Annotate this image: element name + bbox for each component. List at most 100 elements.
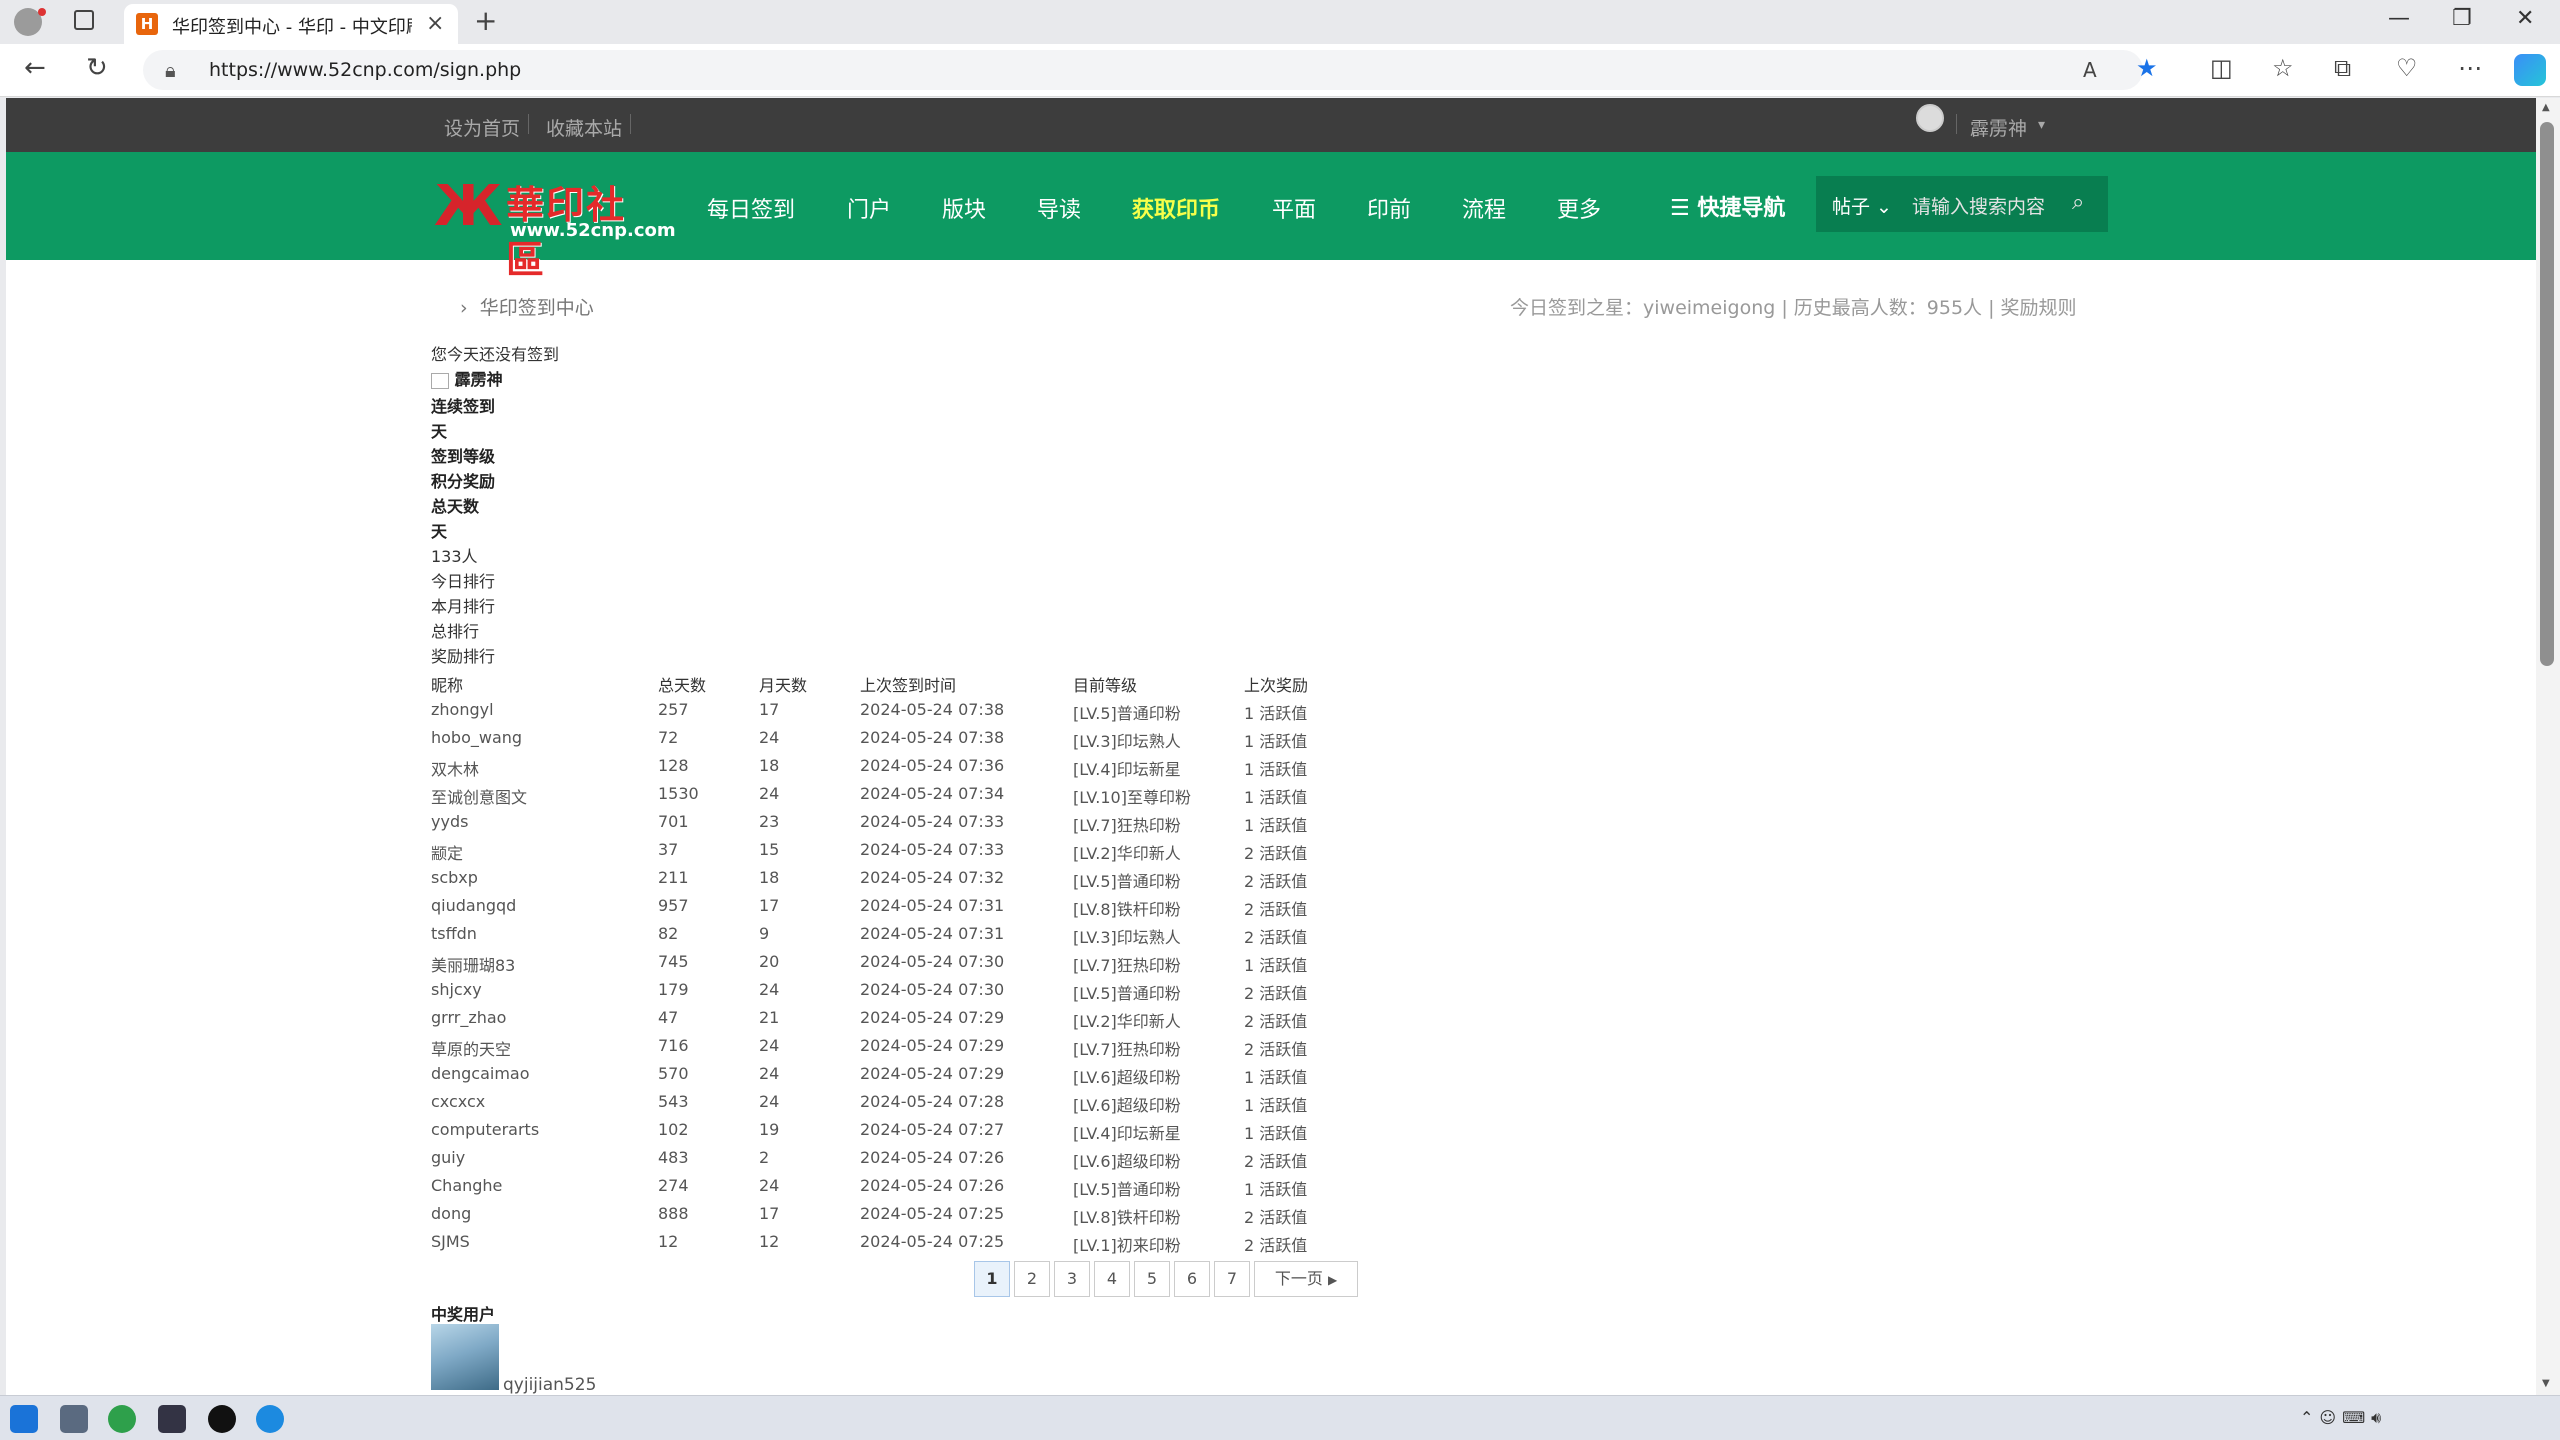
cell-nickname[interactable]: guiy xyxy=(431,1148,465,1167)
browser-essentials-icon[interactable]: ♡ xyxy=(2396,54,2418,82)
close-tab-icon[interactable]: × xyxy=(426,11,444,36)
cell-last-sign: 2024-05-24 07:30 xyxy=(860,952,1005,971)
winner-name[interactable]: qyjijian525 xyxy=(503,1375,596,1395)
cell-nickname[interactable]: Changhe xyxy=(431,1176,502,1195)
nav-get-coins[interactable]: 获取印币 xyxy=(1132,192,1220,224)
cell-month-days: 21 xyxy=(759,1008,780,1027)
nav-daily-sign[interactable]: 每日签到 xyxy=(707,192,795,224)
page-6[interactable]: 6 xyxy=(1174,1261,1210,1297)
tab-actions-icon[interactable] xyxy=(74,10,94,30)
cell-nickname[interactable]: zhongyl xyxy=(431,700,494,719)
search-type-select[interactable]: 帖子 ⌄ xyxy=(1832,192,1892,219)
search-input[interactable]: 请输入搜索内容 xyxy=(1912,192,2045,219)
scrollbar-thumb[interactable] xyxy=(2540,122,2554,666)
copilot-icon[interactable] xyxy=(2514,54,2546,86)
scroll-up-icon[interactable]: ▲ xyxy=(2542,102,2550,113)
back-icon[interactable]: ← xyxy=(24,53,46,83)
cell-nickname[interactable]: yyds xyxy=(431,812,468,831)
page-1[interactable]: 1 xyxy=(974,1261,1010,1297)
cell-nickname[interactable]: 至诚创意图文 xyxy=(431,784,527,808)
next-page-button[interactable]: 下一页 ▶ xyxy=(1254,1261,1358,1297)
cell-last-reward: 1 活跃值 xyxy=(1244,816,1308,835)
read-aloud-icon[interactable]: A xyxy=(2083,58,2097,82)
cell-last-sign: 2024-05-24 07:25 xyxy=(860,1204,1005,1223)
page-4[interactable]: 4 xyxy=(1094,1261,1130,1297)
cell-nickname[interactable]: 美丽珊瑚83 xyxy=(431,952,515,976)
cell-month-days: 24 xyxy=(759,1064,780,1083)
new-tab-icon[interactable]: + xyxy=(474,4,497,37)
collections-icon[interactable]: ⧉ xyxy=(2334,54,2351,82)
user-avatar[interactable] xyxy=(1916,104,1944,132)
favorite-star-icon[interactable]: ★ xyxy=(2136,54,2158,82)
nav-forums[interactable]: 版块 xyxy=(942,192,986,224)
restore-icon[interactable]: ❐ xyxy=(2452,6,2472,31)
quick-nav-button[interactable]: ☰ 快捷导航 xyxy=(1670,190,1785,222)
tab-reward-rank[interactable]: 奖励排行 xyxy=(431,643,495,667)
username-menu[interactable]: 霹雳神 xyxy=(1970,114,2027,141)
terminal-icon[interactable] xyxy=(158,1405,186,1433)
nav-more[interactable]: 更多 xyxy=(1557,192,1601,224)
site-logo[interactable]: Ж 華印社區 www.52cnp.com xyxy=(434,174,676,283)
cell-total-days: 570 xyxy=(658,1064,689,1083)
cell-last-reward: 1 活跃值 xyxy=(1244,1068,1308,1087)
cell-nickname[interactable]: shjcxy xyxy=(431,980,482,999)
bookmark-site-link[interactable]: 收藏本站 xyxy=(546,114,622,141)
cell-nickname[interactable]: dong xyxy=(431,1204,471,1223)
edge-icon[interactable] xyxy=(256,1405,284,1433)
table-row: tsffdn 82 9 2024-05-24 07:31 [LV.3]印坛熟人 2 活跃值 xyxy=(6,924,1307,952)
winner-avatar[interactable] xyxy=(431,1324,499,1390)
calculator-icon[interactable] xyxy=(60,1405,88,1433)
cell-nickname[interactable]: qiudangqd xyxy=(431,896,516,915)
more-menu-icon[interactable]: ⋯ xyxy=(2458,54,2482,82)
minimize-icon[interactable]: — xyxy=(2388,6,2410,31)
start-icon[interactable] xyxy=(10,1405,38,1433)
nav-portal[interactable]: 门户 xyxy=(847,192,891,224)
scroll-down-icon[interactable]: ▼ xyxy=(2542,1378,2550,1389)
chevron-down-icon[interactable]: ▾ xyxy=(2038,117,2045,133)
browser-tab-active[interactable]: H 华印签到中心 - 华印 - 中文印刷 × xyxy=(124,4,458,44)
page-5[interactable]: 5 xyxy=(1134,1261,1170,1297)
cell-nickname[interactable]: hobo_wang xyxy=(431,728,522,747)
system-tray-icons[interactable]: ⌃☺⌨🔊︎ xyxy=(2300,1408,2387,1428)
col-header-month-days: 月天数 xyxy=(759,676,808,695)
close-window-icon[interactable]: ✕ xyxy=(2516,6,2534,31)
address-bar[interactable]: 🔒︎ https://www.52cnp.com/sign.php A xyxy=(143,50,2143,90)
cell-nickname[interactable]: dengcaimao xyxy=(431,1064,530,1083)
search-icon[interactable]: ⌕ xyxy=(2072,190,2084,215)
cell-nickname[interactable]: cxcxcx xyxy=(431,1092,485,1111)
cell-nickname[interactable]: grrr_zhao xyxy=(431,1008,506,1027)
split-screen-icon[interactable]: ◫ xyxy=(2210,54,2233,82)
tab-month-rank[interactable]: 本月排行 xyxy=(431,593,495,617)
wechat-icon[interactable] xyxy=(108,1405,136,1433)
cell-nickname[interactable]: 草原的天空 xyxy=(431,1036,511,1060)
app-icon[interactable] xyxy=(208,1405,236,1433)
cell-last-reward: 2 活跃值 xyxy=(1244,1012,1308,1031)
lock-icon[interactable]: 🔒︎ xyxy=(165,58,176,82)
cell-month-days: 18 xyxy=(759,868,780,887)
cell-last-reward: 1 活跃值 xyxy=(1244,704,1308,723)
tab-today-rank[interactable]: 今日排行 xyxy=(431,568,495,592)
breadcrumb-current[interactable]: 华印签到中心 xyxy=(480,297,594,319)
page-3[interactable]: 3 xyxy=(1054,1261,1090,1297)
user-name[interactable]: 霹雳神 xyxy=(455,370,503,389)
cell-nickname[interactable]: SJMS xyxy=(431,1232,470,1251)
favorites-icon[interactable]: ☆ xyxy=(2272,54,2294,82)
cell-nickname[interactable]: scbxp xyxy=(431,868,478,887)
nav-workflow[interactable]: 流程 xyxy=(1462,192,1506,224)
refresh-icon[interactable]: ↻ xyxy=(86,53,108,83)
sign-level-label: 签到等级 xyxy=(431,447,496,466)
page-2[interactable]: 2 xyxy=(1014,1261,1050,1297)
nav-graphic[interactable]: 平面 xyxy=(1272,192,1316,224)
cell-nickname[interactable]: computerarts xyxy=(431,1120,539,1139)
cell-nickname[interactable]: 颛定 xyxy=(431,840,463,864)
cell-level: [LV.4]印坛新星 xyxy=(1073,760,1181,779)
tab-total-rank[interactable]: 总排行 xyxy=(431,618,479,642)
cell-nickname[interactable]: tsffdn xyxy=(431,924,477,943)
set-homepage-link[interactable]: 设为首页 xyxy=(444,114,520,141)
cell-nickname[interactable]: 双木林 xyxy=(431,756,479,780)
nav-prepress[interactable]: 印前 xyxy=(1367,192,1411,224)
nav-guide[interactable]: 导读 xyxy=(1037,192,1081,224)
logo-url-text: www.52cnp.com xyxy=(510,220,676,241)
notification-dot-icon xyxy=(38,8,46,16)
page-7[interactable]: 7 xyxy=(1214,1261,1250,1297)
